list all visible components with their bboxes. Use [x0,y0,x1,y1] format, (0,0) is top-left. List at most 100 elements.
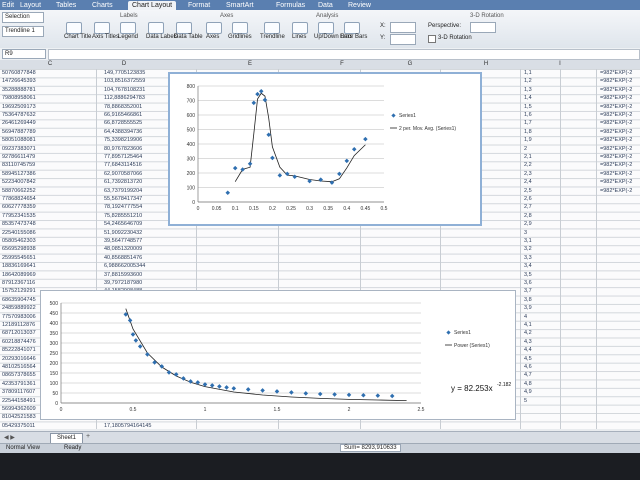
cell-col-d[interactable]: 37,8815993600 [104,271,142,279]
cell-col-c[interactable]: 42353791361 [2,380,36,388]
axis-titles-icon[interactable] [94,22,110,34]
cell-col-k[interactable]: =982*EXP(-2 [600,119,632,127]
cell-col-d[interactable]: 103,8516372559 [104,77,145,85]
x-rotation-field[interactable] [390,22,416,33]
cell-col-k[interactable]: =982*EXP(-2 [600,145,632,153]
cell-col-j[interactable]: 4,1 [524,321,532,329]
tab-tables[interactable]: Tables [56,1,76,10]
cell-col-j[interactable]: 3,7 [524,287,532,295]
cell-col-d[interactable]: 6,988662005344 [104,262,145,270]
cell-col-d[interactable]: 66,9165466861 [104,111,142,119]
cell-col-j[interactable]: 2,6 [524,195,532,203]
cell-col-k[interactable]: =982*EXP(-2 [600,86,632,94]
cell-col-d[interactable]: 80,9767823606 [104,145,142,153]
cell-col-j[interactable]: 3,2 [524,245,532,253]
cell-col-d[interactable]: 61,7392813720 [104,178,142,186]
column-header-c[interactable]: C [30,60,70,69]
cell-col-c[interactable]: 77570983006 [2,313,36,321]
cell-col-j[interactable]: 3,3 [524,254,532,262]
cell-col-d[interactable]: 63,7379199204 [104,187,142,195]
tab-smartart[interactable]: SmartArt [226,1,254,10]
cell-col-j[interactable]: 1,3 [524,86,532,94]
column-header-e[interactable]: E [230,60,270,69]
cell-col-c[interactable]: 58051088081 [2,136,36,144]
cell-col-c[interactable]: 77952341535 [2,212,36,220]
cell-col-d[interactable]: 51,9092230432 [104,229,142,237]
cell-col-c[interactable]: 05429375011 [2,422,35,430]
cell-col-d[interactable]: 77,6843114516 [104,161,142,169]
cell-col-c[interactable]: 09237383071 [2,145,36,153]
chart-title-button[interactable]: Chart Title [64,34,91,40]
cell-col-j[interactable]: 4,7 [524,371,532,379]
cell-col-d[interactable]: 75,3398219906 [104,136,142,144]
cell-col-c[interactable]: 48102516564 [2,363,36,371]
cell-col-c[interactable]: 56994362609 [2,405,36,413]
axis-titles-button[interactable]: Axis Titles [92,34,119,40]
cell-col-c[interactable]: 52234007842 [2,178,36,186]
tab-data[interactable]: Data [318,1,333,10]
axes-icon[interactable] [206,22,222,34]
cell-col-d[interactable]: 66,8728555525 [104,119,142,127]
3d-rotation-checkbox[interactable] [428,35,436,43]
cell-col-c[interactable]: 60627778359 [2,203,36,211]
cell-col-c[interactable]: 22544158491 [2,397,36,405]
tab-formulas[interactable]: Formulas [276,1,305,10]
cell-col-j[interactable]: 3,5 [524,271,532,279]
cell-col-k[interactable]: =982*EXP(-2 [600,103,632,111]
legend-button[interactable]: Legend [118,34,138,40]
add-sheet-icon[interactable]: + [86,433,90,440]
cell-col-d[interactable]: 62,9070587066 [104,170,142,178]
cell-col-j[interactable]: 2,1 [524,153,532,161]
cell-col-j[interactable]: 3,4 [524,262,532,270]
cell-col-c[interactable]: 75364787632 [2,111,36,119]
tab-format[interactable]: Format [188,1,210,10]
axes-button[interactable]: Axes [206,34,219,40]
column-header-h[interactable]: H [466,60,506,69]
data-labels-icon[interactable] [148,22,164,34]
cell-col-j[interactable]: 4,5 [524,355,532,363]
cell-col-c[interactable]: 68635904745 [2,296,36,304]
cell-col-j[interactable]: 4,9 [524,388,532,396]
column-header-d[interactable]: D [104,60,144,69]
cell-col-c[interactable]: 14726645393 [2,77,36,85]
tab-edit[interactable]: Edit [2,1,14,10]
cell-col-k[interactable]: =982*EXP(-2 [600,111,632,119]
power-trend-chart[interactable]: 0 50 100 150 200 250 300 350 400 450 500 0 0.5 1 1.5 2 2… [40,290,516,420]
cell-col-c[interactable]: 19692509173 [2,103,36,111]
cell-col-c[interactable]: 35288888781 [2,86,36,94]
cell-col-c[interactable]: 18836169641 [2,262,36,270]
tab-chart-layout[interactable]: Chart Layout [128,1,177,10]
trendline-button[interactable]: Trendline [260,34,285,40]
current-selection-field[interactable]: Selection [2,12,44,23]
column-header-i[interactable]: I [540,60,580,69]
cell-col-j[interactable]: 1,6 [524,111,532,119]
cell-col-c[interactable]: 37809117607 [2,388,35,396]
cell-col-c[interactable]: 92786611479 [2,153,35,161]
cell-col-j[interactable]: 2 [524,145,527,153]
error-bars-button[interactable]: Error Bars [340,34,367,40]
cell-col-d[interactable]: 112,8886294783 [104,94,145,102]
cell-col-c[interactable]: 58945127386 [2,170,36,178]
cell-col-c[interactable]: 56947887789 [2,128,36,136]
cell-col-d[interactable]: 39,5647748577 [104,237,142,245]
cell-col-k[interactable]: =982*EXP(-2 [600,170,632,178]
cell-col-j[interactable]: 1,1 [524,69,532,77]
cell-col-d[interactable]: 78,8868352001 [104,103,142,111]
cell-col-c[interactable]: 81042521583 [2,413,36,421]
cell-col-j[interactable]: 4,2 [524,329,532,337]
cell-col-c[interactable]: 58870662252 [2,187,36,195]
cell-col-j[interactable]: 3,9 [524,304,532,312]
cell-col-d[interactable]: 77,8957125464 [104,153,142,161]
cell-col-j[interactable]: 2,8 [524,212,532,220]
gridlines-button[interactable]: Gridlines [228,34,252,40]
cell-col-j[interactable]: 2,9 [524,220,532,228]
cell-col-c[interactable]: 65695298938 [2,245,36,253]
cell-col-k[interactable]: =982*EXP(-2 [600,178,632,186]
cell-col-c[interactable]: 77868824654 [2,195,36,203]
cell-col-c[interactable]: 20293016646 [2,355,36,363]
cell-col-j[interactable]: 4,8 [524,380,532,388]
cell-col-d[interactable]: 75,8285551210 [104,212,142,220]
cell-col-j[interactable]: 3 [524,229,527,237]
cell-col-c[interactable]: 85357473748 [2,220,36,228]
data-table-icon[interactable] [176,22,192,34]
